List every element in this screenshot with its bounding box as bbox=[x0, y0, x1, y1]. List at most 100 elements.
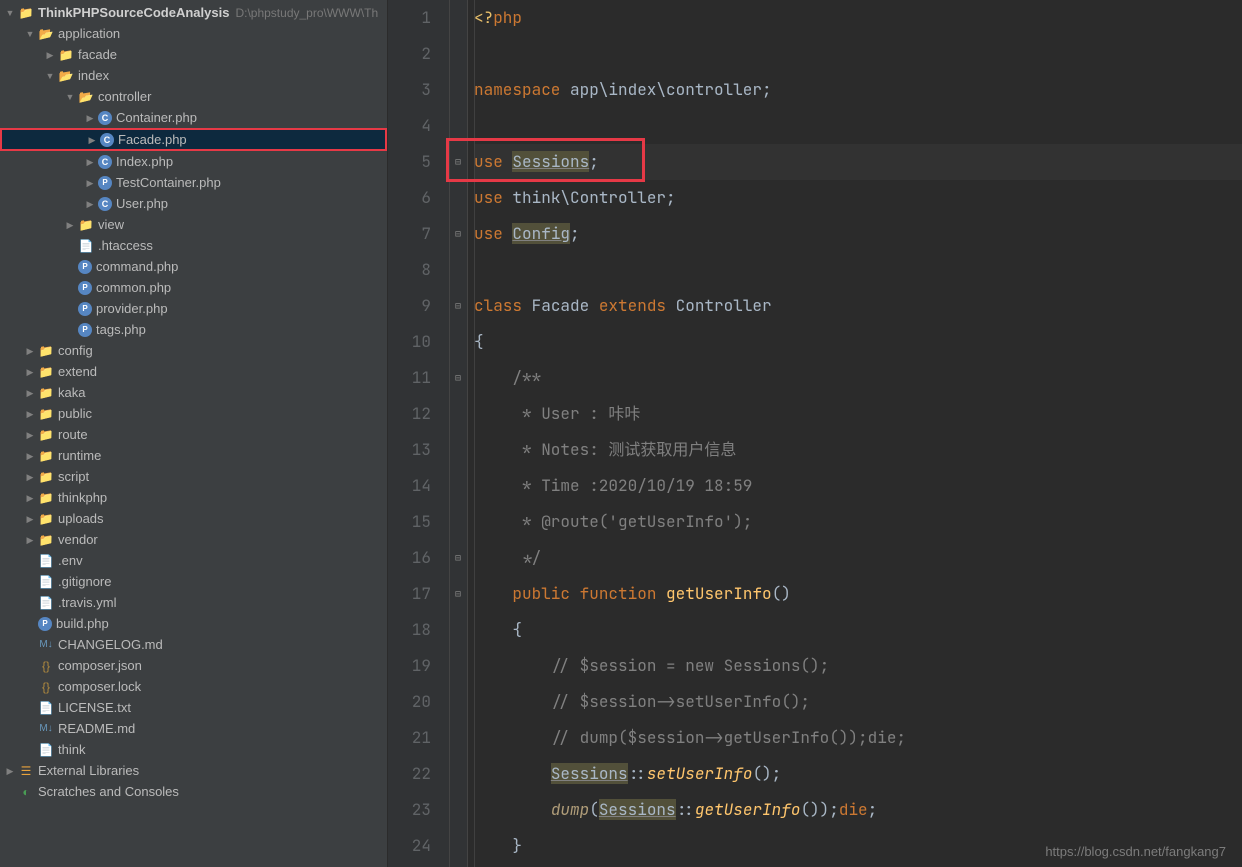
folder-vendor[interactable]: ▶📁vendor bbox=[0, 529, 387, 550]
folder-icon: 📁 bbox=[38, 532, 54, 548]
folder-facade[interactable]: ▶ 📁 facade bbox=[0, 44, 387, 65]
folder-route[interactable]: ▶📁route bbox=[0, 424, 387, 445]
code-line[interactable]: dump(Sessions::getUserInfo());die; bbox=[474, 792, 1242, 828]
indent-guide bbox=[474, 0, 475, 867]
file-facade-php[interactable]: ▶ C Facade.php bbox=[0, 128, 387, 151]
external-libraries[interactable]: ▶ ☰ External Libraries bbox=[0, 760, 387, 781]
php-icon: P bbox=[98, 176, 112, 190]
code-line[interactable]: namespace app\index\controller; bbox=[474, 72, 1242, 108]
folder-icon: 📁 bbox=[38, 490, 54, 506]
code-line[interactable]: use Sessions; bbox=[474, 144, 1242, 180]
php-icon: P bbox=[38, 617, 52, 631]
php-icon: P bbox=[78, 260, 92, 274]
folder-uploads[interactable]: ▶📁uploads bbox=[0, 508, 387, 529]
file-index-php[interactable]: ▶ C Index.php bbox=[0, 151, 387, 172]
code-line[interactable]: public function getUserInfo() bbox=[474, 576, 1242, 612]
file-composer-lock[interactable]: {}composer.lock bbox=[0, 676, 387, 697]
file-common-php[interactable]: P common.php bbox=[0, 277, 387, 298]
project-tree-panel[interactable]: ▼ 📁 ThinkPHPSourceCodeAnalysis D:\phpstu… bbox=[0, 0, 388, 867]
fold-marker-icon[interactable]: ⊟ bbox=[452, 587, 464, 599]
file-think[interactable]: 📄think bbox=[0, 739, 387, 760]
chevron-right-icon: ▶ bbox=[24, 408, 36, 420]
file-license[interactable]: 📄LICENSE.txt bbox=[0, 697, 387, 718]
chevron-right-icon: ▶ bbox=[84, 198, 96, 210]
project-name: ThinkPHPSourceCodeAnalysis bbox=[38, 5, 229, 20]
php-icon: P bbox=[78, 281, 92, 295]
file-readme[interactable]: M↓README.md bbox=[0, 718, 387, 739]
project-root[interactable]: ▼ 📁 ThinkPHPSourceCodeAnalysis D:\phpstu… bbox=[0, 2, 387, 23]
folder-extend[interactable]: ▶📁extend bbox=[0, 361, 387, 382]
code-line[interactable]: // $session = new Sessions(); bbox=[474, 648, 1242, 684]
code-line[interactable]: */ bbox=[474, 540, 1242, 576]
file-travis[interactable]: 📄.travis.yml bbox=[0, 592, 387, 613]
folder-icon: 📂 bbox=[58, 68, 74, 84]
folder-application[interactable]: ▼ 📂 application bbox=[0, 23, 387, 44]
folder-kaka[interactable]: ▶📁kaka bbox=[0, 382, 387, 403]
file-provider-php[interactable]: P provider.php bbox=[0, 298, 387, 319]
file-command-php[interactable]: P command.php bbox=[0, 256, 387, 277]
code-line[interactable]: Sessions::setUserInfo(); bbox=[474, 756, 1242, 792]
file-changelog[interactable]: M↓CHANGELOG.md bbox=[0, 634, 387, 655]
fold-marker-icon[interactable]: ⊟ bbox=[452, 371, 464, 383]
code-line[interactable] bbox=[474, 36, 1242, 72]
folder-view[interactable]: ▶ 📁 view bbox=[0, 214, 387, 235]
fold-marker-icon[interactable]: ⊟ bbox=[452, 551, 464, 563]
php-icon: P bbox=[78, 302, 92, 316]
fold-gutter[interactable]: ⊟ ⊟ ⊟ ⊟ ⊟ ⊟ bbox=[450, 0, 468, 867]
fold-marker-icon[interactable]: ⊟ bbox=[452, 227, 464, 239]
file-icon: 📄 bbox=[38, 574, 54, 590]
code-line[interactable] bbox=[474, 108, 1242, 144]
folder-controller[interactable]: ▼ 📂 controller bbox=[0, 86, 387, 107]
chevron-right-icon: ▶ bbox=[86, 134, 98, 146]
php-class-icon: C bbox=[98, 111, 112, 125]
file-composer-json[interactable]: {}composer.json bbox=[0, 655, 387, 676]
file-build-php[interactable]: Pbuild.php bbox=[0, 613, 387, 634]
chevron-right-icon: ▶ bbox=[24, 471, 36, 483]
file-htaccess[interactable]: 📄 .htaccess bbox=[0, 235, 387, 256]
folder-script[interactable]: ▶📁script bbox=[0, 466, 387, 487]
code-line[interactable]: * @route('getUserInfo'); bbox=[474, 504, 1242, 540]
file-container-php[interactable]: ▶ C Container.php bbox=[0, 107, 387, 128]
folder-thinkphp[interactable]: ▶📁thinkphp bbox=[0, 487, 387, 508]
folder-icon: 📁 bbox=[58, 47, 74, 63]
chevron-right-icon: ▶ bbox=[24, 366, 36, 378]
code-line[interactable]: * Time :2020/10/19 18:59 bbox=[474, 468, 1242, 504]
chevron-right-icon: ▶ bbox=[64, 219, 76, 231]
code-line[interactable]: use think\Controller; bbox=[474, 180, 1242, 216]
file-testcontainer-php[interactable]: ▶ P TestContainer.php bbox=[0, 172, 387, 193]
folder-index[interactable]: ▼ 📂 index bbox=[0, 65, 387, 86]
code-line[interactable]: { bbox=[474, 612, 1242, 648]
code-editor[interactable]: 1234 5678 9101112 13141516 17181920 2122… bbox=[388, 0, 1242, 867]
php-icon: P bbox=[78, 323, 92, 337]
code-line[interactable]: class Facade extends Controller bbox=[474, 288, 1242, 324]
file-env[interactable]: 📄.env bbox=[0, 550, 387, 571]
folder-icon: 📁 bbox=[38, 469, 54, 485]
code-line[interactable]: * Notes: 测试获取用户信息 bbox=[474, 432, 1242, 468]
file-user-php[interactable]: ▶ C User.php bbox=[0, 193, 387, 214]
folder-runtime[interactable]: ▶📁runtime bbox=[0, 445, 387, 466]
code-line[interactable]: /** bbox=[474, 360, 1242, 396]
code-line[interactable]: // dump($session->getUserInfo());die; bbox=[474, 720, 1242, 756]
folder-config[interactable]: ▶📁config bbox=[0, 340, 387, 361]
file-icon: 📄 bbox=[38, 595, 54, 611]
folder-icon: 📂 bbox=[78, 89, 94, 105]
json-icon: {} bbox=[38, 679, 54, 695]
file-tags-php[interactable]: P tags.php bbox=[0, 319, 387, 340]
scratches-consoles[interactable]: ◐ Scratches and Consoles bbox=[0, 781, 387, 802]
folder-icon: 📁 bbox=[38, 385, 54, 401]
code-line[interactable]: * User : 咔咔 bbox=[474, 396, 1242, 432]
code-line[interactable]: // $session->setUserInfo(); bbox=[474, 684, 1242, 720]
php-class-icon: C bbox=[100, 133, 114, 147]
file-icon: 📄 bbox=[38, 742, 54, 758]
code-line[interactable]: use Config; bbox=[474, 216, 1242, 252]
folder-public[interactable]: ▶📁public bbox=[0, 403, 387, 424]
code-line[interactable] bbox=[474, 252, 1242, 288]
code-line[interactable]: { bbox=[474, 324, 1242, 360]
chevron-down-icon: ▼ bbox=[4, 7, 16, 19]
fold-marker-icon[interactable]: ⊟ bbox=[452, 299, 464, 311]
code-content[interactable]: <?php namespace app\index\controller; us… bbox=[468, 0, 1242, 867]
file-gitignore[interactable]: 📄.gitignore bbox=[0, 571, 387, 592]
code-line[interactable]: <?php bbox=[474, 0, 1242, 36]
chevron-right-icon: ▶ bbox=[24, 429, 36, 441]
fold-marker-icon[interactable]: ⊟ bbox=[452, 155, 464, 167]
